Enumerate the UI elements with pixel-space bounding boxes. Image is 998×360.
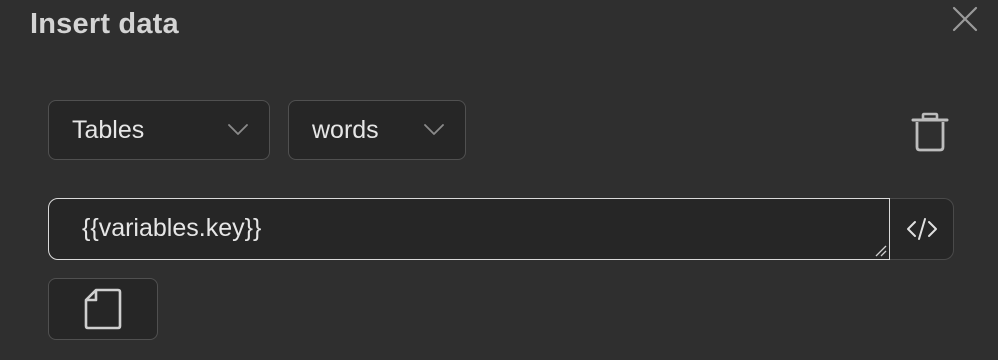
delete-button[interactable] [906, 108, 954, 156]
new-document-button[interactable] [48, 278, 158, 340]
close-button[interactable] [948, 2, 982, 36]
table-select[interactable]: words [288, 100, 466, 160]
table-value: words [312, 115, 379, 144]
code-view-button[interactable] [890, 198, 954, 260]
resize-handle-icon[interactable] [873, 243, 887, 257]
expression-field[interactable] [48, 198, 890, 260]
code-icon [906, 218, 937, 240]
chevron-down-icon [424, 124, 444, 135]
source-type-value: Tables [72, 115, 145, 144]
source-type-select[interactable]: Tables [48, 100, 270, 160]
chevron-down-icon [228, 124, 248, 135]
close-icon [952, 6, 978, 32]
dialog-title: Insert data [30, 8, 179, 40]
trash-icon [911, 112, 949, 152]
document-icon [84, 288, 122, 330]
expression-input[interactable] [49, 199, 889, 259]
insert-data-dialog: Insert data Tables words [0, 0, 998, 360]
